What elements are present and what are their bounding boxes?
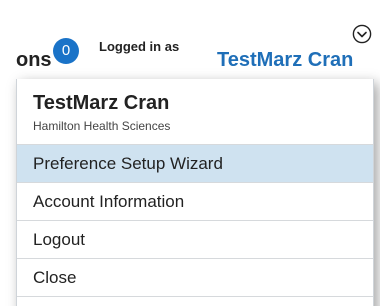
profile-organization: Hamilton Health Sciences (33, 119, 171, 133)
account-dropdown-menu: TestMarz Cran Hamilton Health Sciences P… (16, 79, 374, 306)
top-header: ons 0 Logged in as TestMarz Cran (0, 0, 380, 88)
notification-count-badge[interactable]: 0 (53, 38, 79, 64)
logged-in-user-name[interactable]: TestMarz Cran (217, 49, 369, 72)
chevron-down-circle-icon[interactable] (352, 24, 372, 44)
menu-item-account-information[interactable]: Account Information (17, 183, 373, 221)
account-menu-screen: ons 0 Logged in as TestMarz Cran TestMar… (0, 0, 380, 306)
profile-summary: TestMarz Cran Hamilton Health Sciences (17, 79, 373, 145)
notifications-link-label[interactable]: ons (16, 49, 52, 72)
menu-item-logout[interactable]: Logout (17, 221, 373, 259)
profile-name: TestMarz Cran (33, 92, 170, 114)
logged-in-label: Logged in as (99, 39, 180, 54)
menu-item-close[interactable]: Close (17, 259, 373, 297)
menu-item-preference-setup-wizard[interactable]: Preference Setup Wizard (17, 145, 373, 183)
